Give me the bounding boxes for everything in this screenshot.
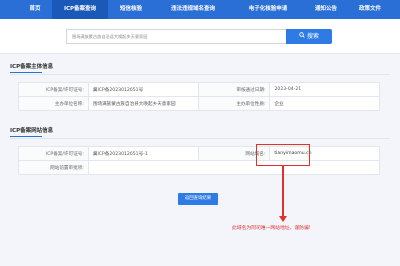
nav-item-illegal-domain-query[interactable]: 违法违规域名查询 [154,0,232,19]
approval-date-label: 审核通过日期: [197,82,271,97]
return-results-button[interactable]: 返回查询结果 [178,193,218,205]
approval-date-value: 2023-04-21 [269,82,380,97]
pre-approval-label: 网站前置审批项: [18,160,89,175]
divider [10,138,390,139]
annotation-highlight-box [256,144,310,166]
sponsor-type-label: 主办单位性质: [197,96,271,111]
icp-license-value: 冀ICP备2023012651号 [87,82,199,97]
search-input[interactable]: 围场满族蒙古族自治县大唤起乡天意家园 [66,29,286,44]
subject-info-table: ICP备案/许可证号: 冀ICP备2023012651号 审核通过日期: 202… [18,82,380,111]
sponsor-type-value: 企业 [269,96,380,111]
pre-approval-value [87,160,381,175]
annotation-arrow-icon [278,216,287,222]
nav-item-icp-query[interactable]: ICP备案查询 [52,0,108,19]
nav-item-notices[interactable]: 通知公告 [304,0,348,19]
subject-section-title: ICP备案主体信息 [10,64,54,73]
search-button-label: 搜索 [306,33,319,40]
search-icon [299,29,305,44]
nav-item-electronic-verify[interactable]: 电子化核验申请 [232,0,304,19]
table-row: ICP备案/许可证号: 冀ICP备2023012651号-1 网站域名: tia… [18,146,380,161]
table-row: ICP备案/许可证号: 冀ICP备2023012651号 审核通过日期: 202… [18,82,380,97]
search-button[interactable]: 搜索 [286,29,332,44]
site-icp-license-label: ICP备案/许可证号: [18,146,89,161]
table-row: 网站前置审批项: [18,160,381,175]
top-nav: 首页 ICP备案查询 短信核验 违法违规域名查询 电子化核验申请 通知公告 政策… [0,0,400,19]
annotation-text: 此域名为阿司唯一网站地址，谨防骗! [232,226,311,231]
search-area: 围场满族蒙古族自治县大唤起乡天意家园 搜索 [0,19,400,54]
website-info-table: ICP备案/许可证号: 冀ICP备2023012651号-1 网站域名: tia… [18,146,381,175]
sponsor-name-value: 围场满族蒙古族自治县大唤起乡天意家园 [87,96,199,111]
nav-item-sms-verify[interactable]: 短信核验 [108,0,154,19]
icp-license-label: ICP备案/许可证号: [18,82,89,97]
divider [10,74,390,75]
website-section-title: ICP备案网站信息 [10,128,54,137]
nav-item-policy-docs[interactable]: 政策文件 [348,0,392,19]
table-row: 主办单位名称: 围场满族蒙古族自治县大唤起乡天意家园 主办单位性质: 企业 [18,96,380,111]
sponsor-name-label: 主办单位名称: [18,96,89,111]
nav-item-home[interactable]: 首页 [18,0,52,19]
site-icp-license-value: 冀ICP备2023012651号-1 [87,146,199,161]
annotation-arrow-line [282,166,284,218]
